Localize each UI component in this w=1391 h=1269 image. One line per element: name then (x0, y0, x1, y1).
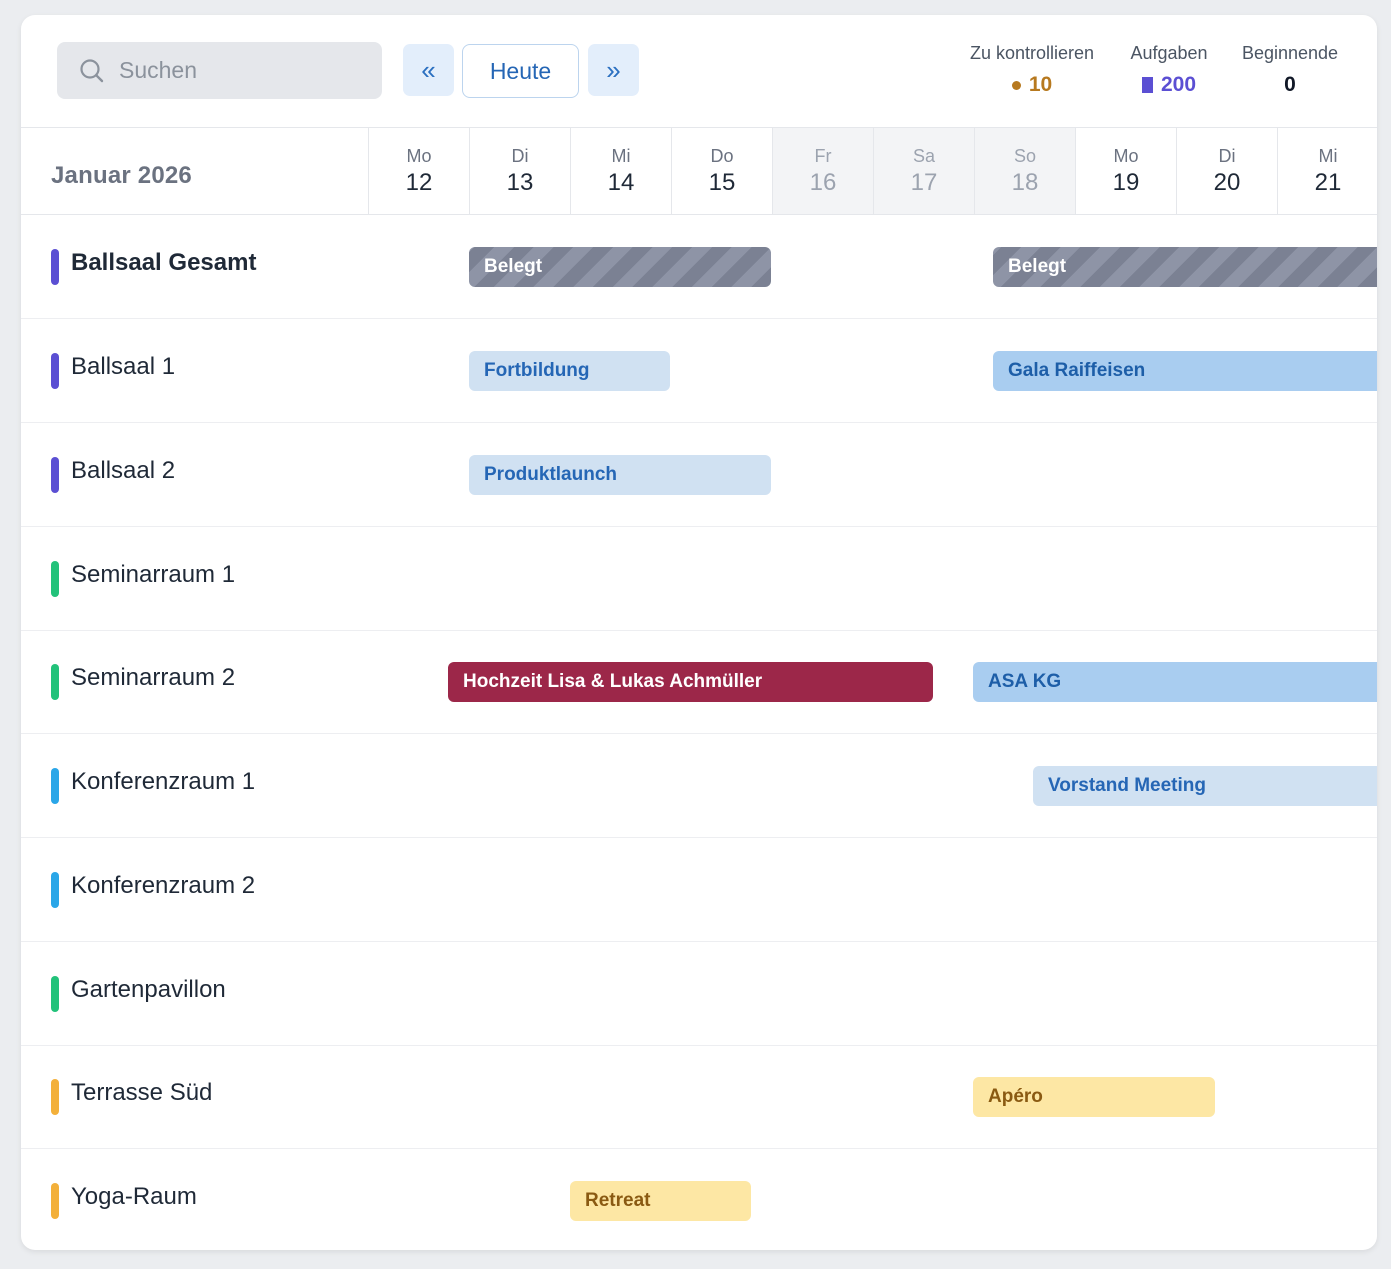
room-row-ballsaal-gesamt[interactable]: Ballsaal Gesamt Belegt Belegt (21, 215, 1377, 319)
stat-value-row: 200 (1124, 73, 1214, 97)
stat-value: 200 (1160, 73, 1197, 96)
event-asa-kg[interactable]: ASA KG (973, 662, 1377, 702)
room-color-bar (51, 457, 59, 493)
dot-icon (1011, 80, 1021, 90)
room-row-konferenzraum-1[interactable]: Konferenzraum 1 Vorstand Meeting (21, 734, 1377, 838)
day-header[interactable]: Mi 21 (1277, 128, 1377, 214)
day-date: 15 (708, 169, 736, 196)
today-button[interactable]: Heute (462, 44, 579, 98)
room-color-bar (51, 976, 59, 1012)
day-name: Fr (814, 146, 832, 166)
day-date: 18 (1011, 169, 1039, 196)
room-name: Gartenpavillon (71, 976, 226, 1003)
timeline-header: Januar 2026 Mo 12 Di 13 Mi 14 Do 15 Fr 1… (21, 128, 1377, 215)
day-header[interactable]: Sa 17 (873, 128, 974, 214)
room-row-terrasse-sued[interactable]: Terrasse Süd Apéro (21, 1045, 1377, 1149)
day-name: Mi (611, 146, 631, 166)
room-name: Ballsaal 2 (71, 457, 176, 484)
stat-label: Aufgaben (1130, 43, 1208, 63)
day-date: 20 (1213, 169, 1241, 196)
room-name: Seminarraum 2 (71, 664, 236, 691)
day-date: 14 (607, 169, 635, 196)
room-color-bar (51, 249, 59, 285)
room-name: Konferenzraum 1 (71, 768, 256, 795)
day-header[interactable]: Di 20 (1176, 128, 1277, 214)
search-icon (80, 58, 104, 82)
stat-value-row: 0 (1237, 73, 1343, 97)
stat-value: 0 (1284, 73, 1296, 96)
day-name: Mo (406, 146, 432, 166)
prev-week-button[interactable]: « (403, 44, 454, 96)
day-header[interactable]: Mo 19 (1075, 128, 1176, 214)
stat-label: Zu kontrollieren (969, 43, 1095, 63)
day-date: 21 (1314, 169, 1342, 196)
event-gala-raiffeisen[interactable]: Gala Raiffeisen (993, 351, 1377, 391)
calendar-card: « Heute » Zu kontrollieren 10 Aufgaben 2… (21, 15, 1377, 1250)
search-input[interactable] (119, 57, 339, 84)
room-row-yoga-raum[interactable]: Yoga-Raum Retreat (21, 1149, 1377, 1250)
day-name: So (1013, 146, 1037, 166)
stat-value-row: 10 (963, 73, 1101, 97)
day-date: 19 (1112, 169, 1140, 196)
room-color-bar (51, 872, 59, 908)
room-row-ballsaal-2[interactable]: Ballsaal 2 Produktlaunch (21, 423, 1377, 527)
day-name: Do (710, 146, 734, 166)
event-fortbildung[interactable]: Fortbildung (469, 351, 670, 391)
room-row-seminarraum-1[interactable]: Seminarraum 1 (21, 527, 1377, 631)
day-name: Di (511, 146, 529, 166)
search-box[interactable] (57, 42, 382, 99)
room-name: Seminarraum 1 (71, 561, 236, 588)
day-header[interactable]: Mo 12 (368, 128, 469, 214)
room-color-bar (51, 664, 59, 700)
room-name: Yoga-Raum (71, 1183, 197, 1210)
event-produktlaunch[interactable]: Produktlaunch (469, 455, 771, 495)
month-label: Januar 2026 (51, 162, 192, 189)
day-header[interactable]: Do 15 (671, 128, 772, 214)
event-hochzeit[interactable]: Hochzeit Lisa & Lukas Achmüller (448, 662, 933, 702)
next-week-button[interactable]: » (588, 44, 639, 96)
day-header[interactable]: Mi 14 (570, 128, 671, 214)
event-vorstand-meeting[interactable]: Vorstand Meeting (1033, 766, 1377, 806)
event-belegt[interactable]: Belegt (993, 247, 1377, 287)
square-icon (1141, 77, 1153, 93)
room-row-seminarraum-2[interactable]: Seminarraum 2 Hochzeit Lisa & Lukas Achm… (21, 630, 1377, 734)
room-color-bar (51, 768, 59, 804)
stat-value: 10 (1028, 73, 1053, 96)
day-name: Di (1218, 146, 1236, 166)
day-date: 16 (809, 169, 837, 196)
day-name: Sa (912, 146, 936, 166)
room-name: Ballsaal 1 (71, 353, 176, 380)
event-retreat[interactable]: Retreat (570, 1181, 751, 1221)
day-date: 13 (506, 169, 534, 196)
room-name: Ballsaal Gesamt (71, 249, 257, 276)
stat-zu-kontrollieren[interactable]: Zu kontrollieren 10 (963, 43, 1101, 97)
room-color-bar (51, 561, 59, 597)
stat-aufgaben[interactable]: Aufgaben 200 (1124, 43, 1214, 97)
day-name: Mi (1318, 146, 1338, 166)
room-color-bar (51, 1183, 59, 1219)
day-name: Mo (1113, 146, 1139, 166)
room-row-gartenpavillon[interactable]: Gartenpavillon (21, 942, 1377, 1046)
day-header[interactable]: Fr 16 (772, 128, 873, 214)
double-chevron-right-icon: » (606, 54, 621, 85)
room-color-bar (51, 353, 59, 389)
room-name: Terrasse Süd (71, 1079, 213, 1106)
room-color-bar (51, 1079, 59, 1115)
day-header[interactable]: Di 13 (469, 128, 570, 214)
room-row-konferenzraum-2[interactable]: Konferenzraum 2 (21, 838, 1377, 942)
event-apero[interactable]: Apéro (973, 1077, 1215, 1117)
double-chevron-left-icon: « (421, 54, 436, 85)
stat-label: Beginnende (1241, 43, 1339, 63)
day-header[interactable]: So 18 (974, 128, 1075, 214)
event-belegt[interactable]: Belegt (469, 247, 771, 287)
room-row-ballsaal-1[interactable]: Ballsaal 1 Fortbildung Gala Raiffeisen (21, 319, 1377, 423)
day-date: 17 (910, 169, 938, 196)
toolbar: « Heute » Zu kontrollieren 10 Aufgaben 2… (21, 15, 1377, 128)
stat-beginnende[interactable]: Beginnende 0 (1237, 43, 1343, 97)
room-name: Konferenzraum 2 (71, 872, 256, 899)
day-date: 12 (405, 169, 433, 196)
